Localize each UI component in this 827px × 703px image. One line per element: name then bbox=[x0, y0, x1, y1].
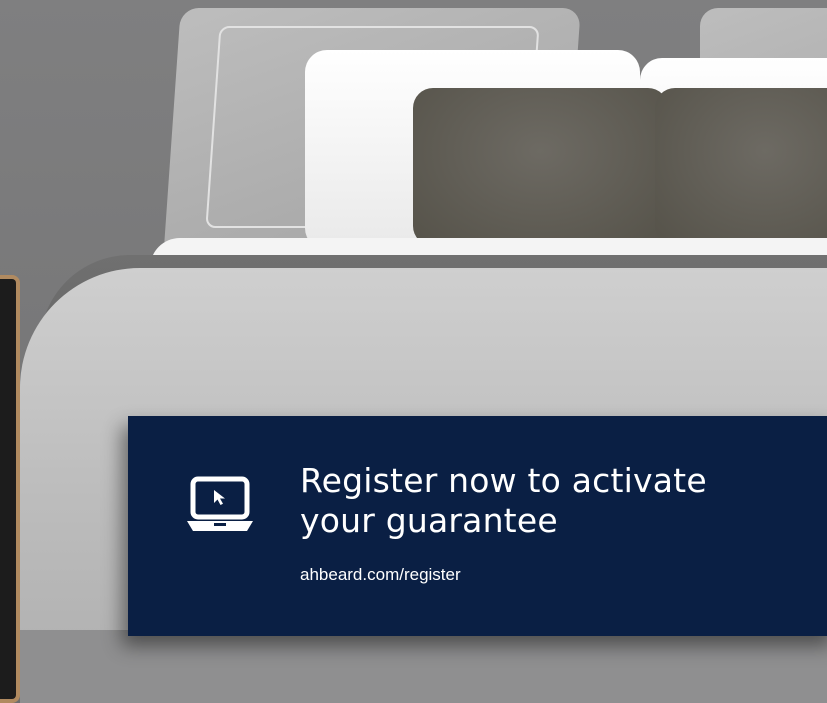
cushion-dark-right bbox=[655, 88, 827, 246]
headline-line-1: Register now to activate bbox=[300, 461, 707, 500]
laptop-cursor-icon bbox=[185, 473, 255, 535]
bed-base bbox=[20, 630, 827, 703]
headline-line-2: your guarantee bbox=[300, 501, 558, 540]
register-banner: Register now to activate your guarantee … bbox=[128, 416, 827, 636]
bedside-table bbox=[0, 275, 20, 703]
banner-headline: Register now to activate your guarantee bbox=[300, 461, 820, 541]
register-url-link[interactable]: ahbeard.com/register bbox=[300, 564, 461, 586]
cushion-dark-left bbox=[413, 88, 668, 246]
